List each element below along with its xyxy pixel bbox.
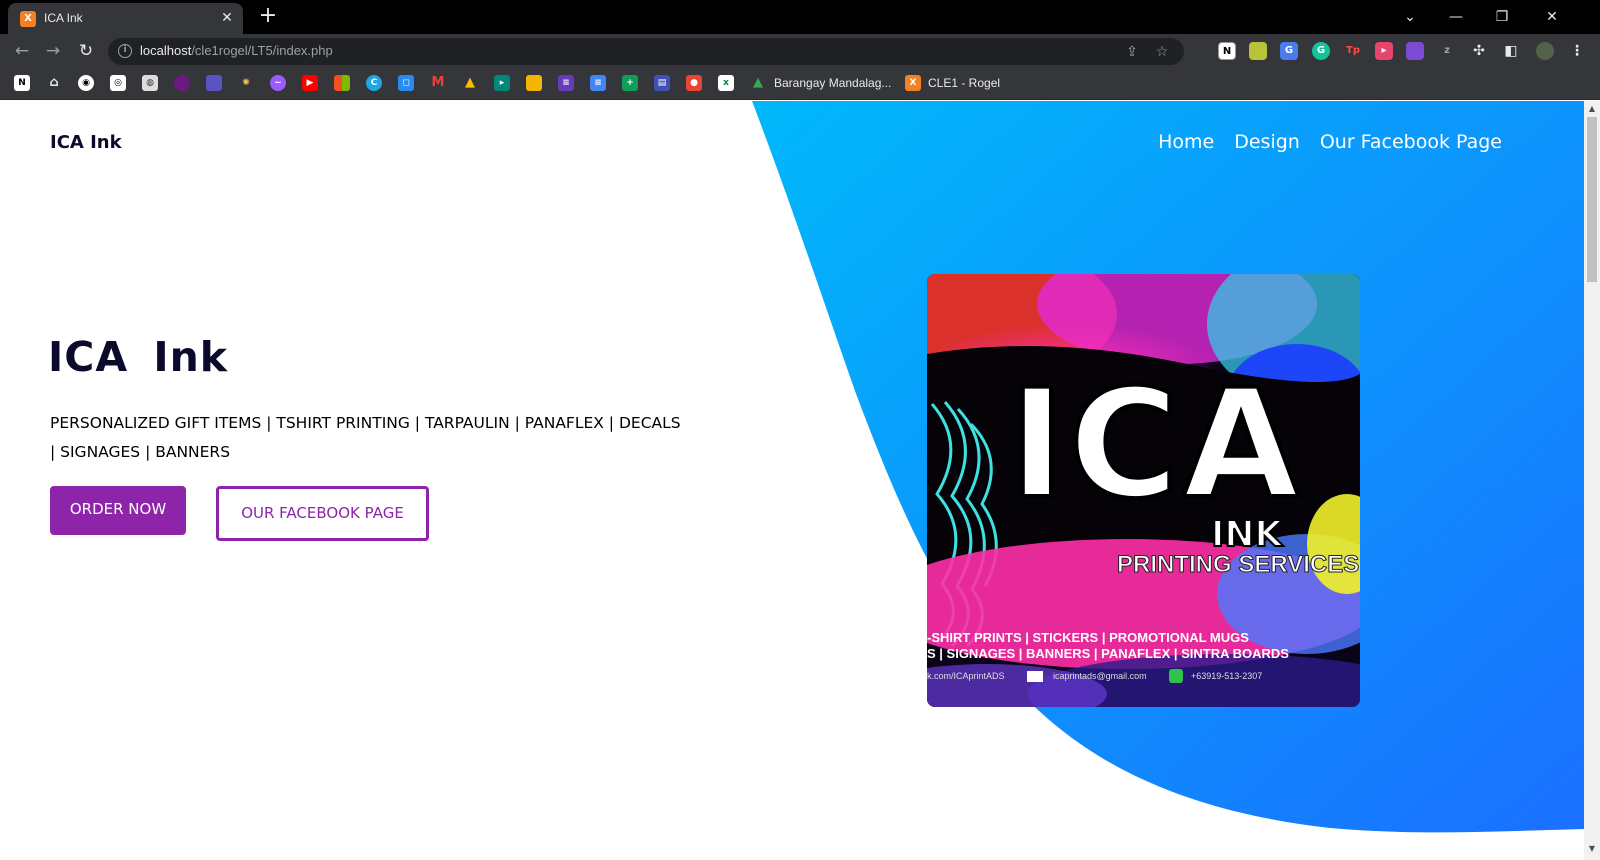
close-window-button[interactable]: ✕ [1540, 5, 1564, 29]
record-extension-icon[interactable]: ▸ [1375, 42, 1393, 60]
side-panel-icon[interactable]: ◧ [1502, 42, 1520, 60]
profile-avatar[interactable] [1536, 42, 1554, 60]
hero-title: ICA Ink [48, 333, 229, 381]
bookmark-cle1[interactable]: CLE1 - Rogel [928, 76, 1000, 90]
order-now-button[interactable]: ORDER NOW [50, 486, 186, 535]
reload-button[interactable]: ↻ [74, 39, 98, 63]
mail-icon [1027, 671, 1043, 682]
logo-services-2: S | SIGNAGES | BANNERS | PANAFLEX | SINT… [927, 646, 1289, 661]
restore-button[interactable]: ❐ [1490, 5, 1514, 29]
close-icon[interactable]: ✕ [218, 9, 236, 27]
tab-bar: X ICA Ink ✕ + ⌄ — ❐ ✕ [0, 0, 1600, 34]
hero-subtitle: PERSONALIZED GIFT ITEMS | TSHIRT PRINTIN… [50, 414, 681, 461]
logo-facebook: k.com/ICAprintADS [927, 671, 1005, 681]
notion-extension-icon[interactable]: N [1218, 42, 1236, 60]
menu-kebab-icon[interactable]: ⋮ [1568, 42, 1586, 60]
scroll-thumb[interactable] [1587, 117, 1597, 282]
nav-home[interactable]: Home [1158, 131, 1214, 153]
address-bar[interactable]: i localhost/cle1rogel/LT5/index.php ⇪ ☆ [108, 38, 1184, 65]
grammarly-extension-icon[interactable]: G [1312, 42, 1330, 60]
page-scrollbar[interactable]: ▲ ▼ [1584, 101, 1600, 860]
forms-bookmark-icon[interactable]: ≡ [558, 75, 574, 91]
main-nav: Home Design Our Facebook Page [1158, 131, 1502, 153]
logo-tagline: PRINTING SERVICES [1117, 551, 1359, 578]
microsoft-bookmark-icon[interactable] [334, 75, 350, 91]
meet-bookmark-icon[interactable]: ▸ [494, 75, 510, 91]
maps-bookmark-icon[interactable]: ● [686, 75, 702, 91]
brand-logo-text[interactable]: ICA Ink [50, 132, 122, 153]
facebook-page-button[interactable]: OUR FACEBOOK PAGE [216, 486, 429, 541]
gmail-bookmark-icon[interactable]: M [430, 75, 446, 91]
zip-extension-icon[interactable]: z [1438, 42, 1456, 60]
bookmark-icon[interactable] [174, 75, 190, 91]
back-button[interactable]: ← [10, 39, 34, 63]
browser-tab[interactable]: X ICA Ink ✕ [8, 3, 243, 34]
phone-icon [1169, 669, 1183, 683]
info-icon[interactable]: i [118, 44, 132, 58]
ica-ink-logo-image: ICA INK PRINTING SERVICES -SHIRT PRINTS … [927, 274, 1360, 707]
bookmark-icon[interactable]: ✺ [238, 75, 254, 91]
logo-ica-text: ICA [1009, 358, 1303, 532]
tab-title: ICA Ink [44, 11, 83, 25]
sheets-bookmark-icon[interactable]: + [622, 75, 638, 91]
sites-bookmark-icon[interactable]: ▤ [654, 75, 670, 91]
drive-bookmark-icon[interactable]: ▲ [750, 75, 766, 91]
bookmark-barangay[interactable]: Barangay Mandalag... [774, 76, 891, 90]
extension-icon[interactable] [1249, 42, 1267, 60]
logo-email: icaprintads@gmail.com [1053, 671, 1147, 681]
home-bookmark-icon[interactable]: ⌂ [46, 75, 62, 91]
scroll-down-arrow-icon[interactable]: ▼ [1584, 841, 1600, 857]
bookmark-star-icon[interactable]: ☆ [1152, 42, 1172, 62]
share-icon[interactable]: ⇪ [1122, 42, 1142, 62]
nav-design[interactable]: Design [1234, 131, 1300, 153]
messenger-bookmark-icon[interactable]: ~ [270, 75, 286, 91]
tp-extension-icon[interactable]: Tp [1344, 42, 1362, 60]
browser-toolbar: ← → ↻ i localhost/cle1rogel/LT5/index.ph… [0, 34, 1600, 68]
youtube-bookmark-icon[interactable]: ▶ [302, 75, 318, 91]
nav-facebook-page[interactable]: Our Facebook Page [1320, 131, 1502, 153]
xampp-bookmark-icon[interactable]: X [905, 75, 921, 91]
bookmark-icon[interactable] [206, 75, 222, 91]
logo-phone: +63919-513-2307 [1191, 671, 1262, 681]
url-text[interactable]: localhost/cle1rogel/LT5/index.php [140, 43, 333, 58]
logo-services-1: -SHIRT PRINTS | STICKERS | PROMOTIONAL M… [927, 630, 1249, 645]
bookmark-icon[interactable]: ◎ [110, 75, 126, 91]
docs-bookmark-icon[interactable]: ≡ [590, 75, 606, 91]
excel-bookmark-icon[interactable]: x [718, 75, 734, 91]
bookmarks-bar: N ⌂ ◉ ◎ ◍ ✺ ~ ▶ C ◻ M ▲ ▸ ≡ ≡ + ▤ ● x ▲ … [0, 68, 1600, 100]
puzzle-extensions-icon[interactable]: ✣ [1470, 42, 1488, 60]
slides-bookmark-icon[interactable] [526, 75, 542, 91]
translate-extension-icon[interactable]: G [1280, 42, 1298, 60]
tab-search-icon[interactable]: ⌄ [1398, 5, 1422, 29]
minimize-button[interactable]: — [1444, 5, 1468, 29]
notion-bookmark-icon[interactable]: N [14, 75, 30, 91]
page-viewport: ICA Ink Home Design Our Facebook Page IC… [0, 101, 1584, 860]
drive-bookmark-icon[interactable]: ▲ [462, 75, 478, 91]
canva-bookmark-icon[interactable]: C [366, 75, 382, 91]
new-tab-button[interactable]: + [256, 5, 280, 29]
bookmark-icon[interactable]: ◍ [142, 75, 158, 91]
logo-ink-text: INK [1211, 514, 1284, 555]
extension-icon[interactable] [1406, 42, 1424, 60]
github-bookmark-icon[interactable]: ◉ [78, 75, 94, 91]
chat-bookmark-icon[interactable]: ◻ [398, 75, 414, 91]
scroll-up-arrow-icon[interactable]: ▲ [1584, 101, 1600, 117]
xampp-favicon-icon: X [20, 11, 36, 27]
forward-button[interactable]: → [41, 39, 65, 63]
